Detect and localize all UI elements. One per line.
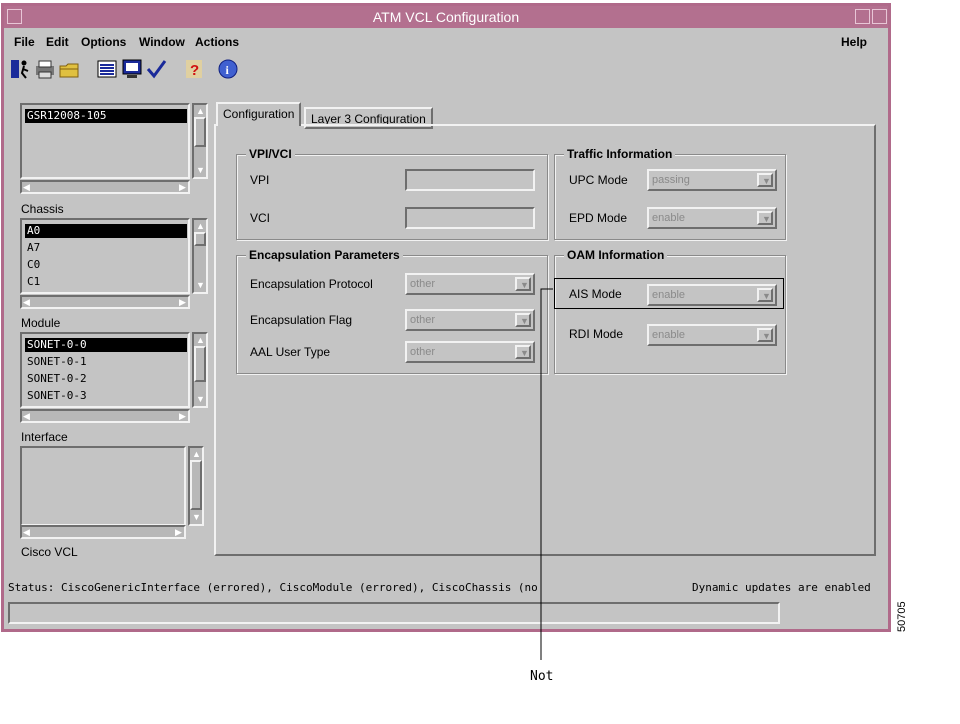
figure-id: 50705: [896, 601, 908, 632]
callout-leader-line: [540, 288, 553, 660]
callout-text: Not: [530, 669, 554, 684]
tab-configuration-label: Configuration: [223, 107, 295, 121]
tab-configuration[interactable]: Configuration: [216, 102, 302, 126]
